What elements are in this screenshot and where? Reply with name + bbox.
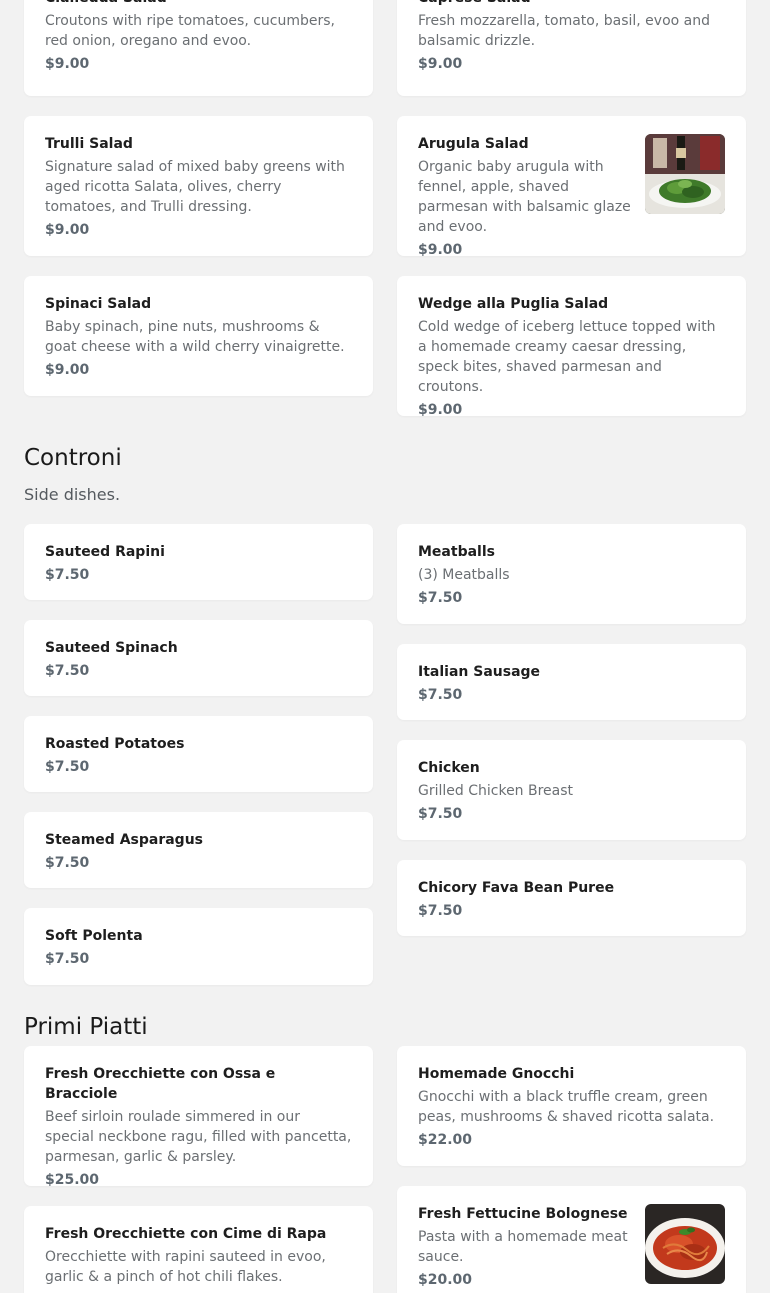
item-name: Steamed Asparagus <box>45 832 204 848</box>
item-price: $7.50 <box>418 903 463 919</box>
item-description: Grilled Chicken Breast <box>418 783 574 799</box>
item-price: $7.50 <box>418 590 463 606</box>
item-description: Beef sirloin roulade simmered in our spe… <box>45 1109 352 1165</box>
menu-item-card[interactable]: Roasted Potatoes $7.50 <box>24 716 373 792</box>
menu-item-card[interactable]: Sauteed Rapini $7.50 <box>24 524 373 600</box>
section-title: Primi Piatti <box>24 1014 148 1040</box>
item-price: $7.50 <box>45 951 90 967</box>
item-description: Fresh mozzarella, tomato, basil, evoo an… <box>418 13 710 49</box>
menu-item-card[interactable]: Sauteed Spinach $7.50 <box>24 620 373 696</box>
item-description: (3) Meatballs <box>418 567 510 583</box>
item-price: $25.00 <box>45 1172 100 1186</box>
menu-item-card[interactable]: Fresh Orecchiette con Cime di Rapa Orecc… <box>24 1206 373 1293</box>
menu-item-card[interactable]: Chicken Grilled Chicken Breast $7.50 <box>397 740 746 840</box>
item-name: Soft Polenta <box>45 928 143 944</box>
item-description: Signature salad of mixed baby greens wit… <box>45 159 345 215</box>
item-price: $7.50 <box>45 759 90 775</box>
item-name: Fresh Orecchiette con Cime di Rapa <box>45 1226 327 1242</box>
menu-item-card[interactable]: Italian Sausage $7.50 <box>397 644 746 720</box>
section-subtitle: Side dishes. <box>24 485 121 504</box>
menu-item-card[interactable]: Wedge alla Puglia Salad Cold wedge of ic… <box>397 276 746 416</box>
item-price: $9.00 <box>45 56 90 72</box>
menu-item-card[interactable]: Caprese Salad Fresh mozzarella, tomato, … <box>397 0 746 96</box>
menu-item-card[interactable]: Chicory Fava Bean Puree $7.50 <box>397 860 746 936</box>
menu-item-card[interactable]: Steamed Asparagus $7.50 <box>24 812 373 888</box>
item-description: Organic baby arugula with fennel, apple,… <box>418 159 631 235</box>
item-name: Roasted Potatoes <box>45 736 185 752</box>
item-name: Trulli Salad <box>45 136 133 152</box>
item-price: $7.50 <box>418 687 463 703</box>
item-name: Chicken <box>418 760 480 776</box>
item-name: Sauteed Rapini <box>45 544 165 560</box>
item-description: Croutons with ripe tomatoes, cucumbers, … <box>45 13 335 49</box>
menu-item-card[interactable]: Soft Polenta $7.50 <box>24 908 373 985</box>
item-name: Sauteed Spinach <box>45 640 178 656</box>
item-name: Arugula Salad <box>418 136 529 152</box>
item-price: $22.00 <box>418 1132 473 1148</box>
item-description: Orecchiette with rapini sauteed in evoo,… <box>45 1249 326 1285</box>
item-price: $7.50 <box>45 855 90 871</box>
item-description: Baby spinach, pine nuts, mushrooms & goa… <box>45 319 345 355</box>
item-price: $7.50 <box>45 663 90 679</box>
arugula-salad-photo[interactable] <box>645 134 725 214</box>
item-price: $7.50 <box>45 567 90 583</box>
item-name: Cialledda Salad <box>45 0 352 8</box>
item-name: Homemade Gnocchi <box>418 1066 575 1082</box>
item-price: $9.00 <box>418 242 463 256</box>
item-price: $9.00 <box>418 56 463 72</box>
menu-page: Cialledda Salad Croutons with ripe tomat… <box>0 0 770 1293</box>
bolognese-pasta-photo[interactable] <box>645 1204 725 1284</box>
menu-item-card[interactable]: Meatballs (3) Meatballs $7.50 <box>397 524 746 624</box>
menu-item-card[interactable]: Cialledda Salad Croutons with ripe tomat… <box>24 0 373 96</box>
item-name: Fresh Orecchiette con Ossa e Bracciole <box>45 1066 276 1102</box>
item-description: Cold wedge of iceberg lettuce topped wit… <box>418 319 716 395</box>
item-name: Spinaci Salad <box>45 296 152 312</box>
item-name: Meatballs <box>418 544 495 560</box>
item-name: Wedge alla Puglia Salad <box>418 296 609 312</box>
item-name: Italian Sausage <box>418 664 541 680</box>
item-price: $9.00 <box>418 402 463 416</box>
menu-item-card[interactable]: Arugula Salad Organic baby arugula with … <box>397 116 746 256</box>
menu-item-card[interactable]: Homemade Gnocchi Gnocchi with a black tr… <box>397 1046 746 1166</box>
menu-item-card[interactable]: Spinaci Salad Baby spinach, pine nuts, m… <box>24 276 373 396</box>
item-name: Caprese Salad <box>418 0 725 8</box>
menu-item-card[interactable]: Fresh Orecchiette con Ossa e Bracciole B… <box>24 1046 373 1186</box>
item-price: $9.00 <box>45 362 90 378</box>
item-name: Chicory Fava Bean Puree <box>418 880 615 896</box>
item-description: Gnocchi with a black truffle cream, gree… <box>418 1089 715 1125</box>
item-price: $20.00 <box>418 1272 473 1288</box>
menu-item-card[interactable]: Fresh Fettucine Bolognese Pasta with a h… <box>397 1186 746 1293</box>
item-price: $9.00 <box>45 222 90 238</box>
item-name: Fresh Fettucine Bolognese <box>418 1206 628 1222</box>
section-title: Controni <box>24 445 122 471</box>
menu-item-card[interactable]: Trulli Salad Signature salad of mixed ba… <box>24 116 373 256</box>
item-price: $7.50 <box>418 806 463 822</box>
item-description: Pasta with a homemade meat sauce. <box>418 1229 628 1265</box>
